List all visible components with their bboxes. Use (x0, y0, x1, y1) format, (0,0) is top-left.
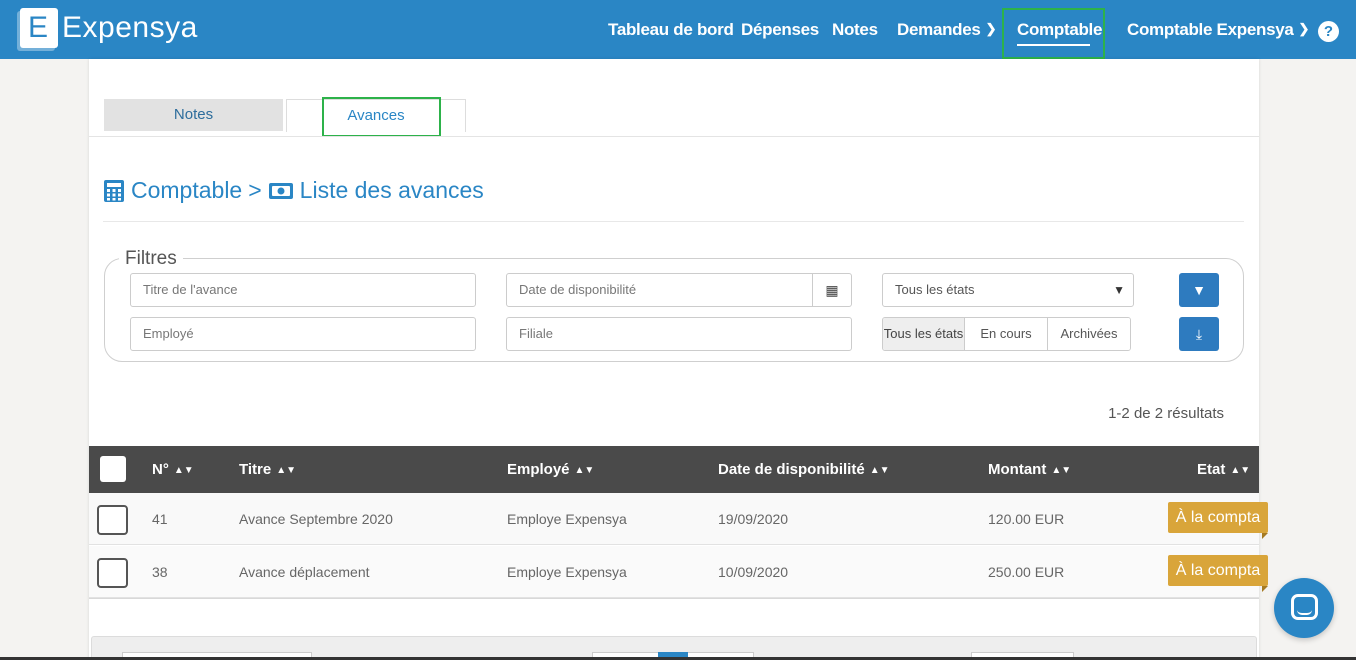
brand-name: Expensya (62, 11, 198, 44)
chat-launcher-button[interactable] (1274, 578, 1334, 638)
chevron-down-icon: ❯ (1298, 21, 1310, 36)
cell-employee: Employe Expensya (507, 564, 627, 580)
download-icon: ⤓ (1195, 326, 1203, 342)
state-select-value: Tous les états (895, 282, 975, 297)
segment-all-states[interactable]: Tous les états (883, 318, 965, 350)
cell-amount: 250.00 EUR (988, 564, 1065, 580)
money-icon (268, 182, 293, 199)
availability-date-input[interactable]: Date de disponibilité ▦ (506, 273, 852, 307)
nav-notes[interactable]: Notes (832, 20, 878, 40)
segment-archived[interactable]: Archivées (1048, 318, 1130, 350)
table-row[interactable]: 41 Avance Septembre 2020 Employe Expensy… (89, 493, 1268, 545)
sort-icon: ▲▼ (1051, 465, 1072, 476)
calculator-icon (104, 179, 124, 202)
cell-date: 19/09/2020 (718, 511, 789, 527)
download-button[interactable]: ⤓ (1179, 317, 1219, 351)
advance-title-input[interactable]: Titre de l'avance (130, 273, 476, 307)
table-bottom-border (89, 598, 1259, 599)
cell-date: 10/09/2020 (718, 564, 789, 580)
tab-notes[interactable]: Notes (104, 99, 283, 131)
cell-number: 41 (152, 511, 168, 527)
column-number[interactable]: N° ▲▼ (152, 461, 194, 478)
column-state[interactable]: Etat ▲▼ (1197, 461, 1250, 478)
sort-icon: ▲▼ (1230, 465, 1251, 476)
column-employee[interactable]: Employé ▲▼ (507, 461, 594, 478)
sort-icon: ▲▼ (173, 465, 194, 476)
cell-amount: 120.00 EUR (988, 511, 1065, 527)
results-count: 1-2 de 2 résultats (1108, 405, 1224, 422)
logo-mark-icon: E (20, 8, 58, 48)
chevron-down-icon: ❯ (985, 21, 997, 36)
select-all-checkbox[interactable] (100, 456, 126, 482)
state-segmented-control: Tous les états En cours Archivées (882, 317, 1131, 351)
column-amount[interactable]: Montant ▲▼ (988, 461, 1071, 478)
nav-depenses[interactable]: Dépenses (741, 20, 819, 40)
employee-input[interactable]: Employé (130, 317, 476, 351)
breadcrumb: Comptable > Liste des avances (103, 177, 484, 204)
top-navbar: E Expensya Tableau de bord Dépenses Note… (0, 0, 1356, 59)
status-badge: À la compta (1168, 555, 1268, 592)
nav-comptable-expensya[interactable]: Comptable Expensya ❯ (1127, 20, 1309, 40)
breadcrumb-page: Liste des avances (299, 177, 484, 203)
table-row[interactable]: 38 Avance déplacement Employe Expensya 1… (89, 546, 1268, 598)
availability-date-placeholder: Date de disponibilité (519, 282, 637, 297)
tab-active-highlight (322, 97, 441, 137)
breadcrumb-separator: > (248, 177, 262, 203)
nav-tableau-de-bord[interactable]: Tableau de bord (608, 20, 734, 40)
cell-employee: Employe Expensya (507, 511, 627, 527)
cell-title: Avance Septembre 2020 (239, 511, 393, 527)
nav-demandes-label: Demandes (897, 20, 981, 39)
help-icon[interactable]: ? (1318, 21, 1339, 42)
cell-title: Avance déplacement (239, 564, 370, 580)
filter-reset-button[interactable]: ▼ (1179, 273, 1219, 307)
column-title[interactable]: Titre ▲▼ (239, 461, 296, 478)
status-badge: À la compta (1168, 502, 1268, 539)
segment-in-progress[interactable]: En cours (965, 318, 1048, 350)
row-checkbox[interactable] (97, 558, 128, 588)
main-panel: Notes Avances Comptable > Liste des avan… (89, 59, 1268, 660)
table-header: N° ▲▼ Titre ▲▼ Employé ▲▼ Date de disponibi… (89, 446, 1259, 493)
row-checkbox[interactable] (97, 505, 128, 535)
tabs-divider (89, 136, 1259, 137)
sort-icon: ▲▼ (869, 465, 890, 476)
chevron-down-icon: ▼ (1113, 283, 1125, 297)
nav-active-underline (1017, 44, 1090, 46)
sort-icon: ▲▼ (276, 465, 297, 476)
title-divider (103, 221, 1244, 222)
calendar-icon[interactable]: ▦ (812, 274, 851, 306)
brand-logo[interactable]: E Expensya (20, 8, 198, 48)
nav-comptable[interactable]: Comptable (1017, 20, 1102, 40)
state-select[interactable]: Tous les états ▼ (882, 273, 1134, 307)
column-availability-date[interactable]: Date de disponibilité ▲▼ (718, 461, 889, 478)
sort-icon: ▲▼ (574, 465, 595, 476)
cell-number: 38 (152, 564, 168, 580)
breadcrumb-section[interactable]: Comptable (131, 177, 242, 204)
subsidiary-input[interactable]: Filiale (506, 317, 852, 351)
filters-legend: Filtres (119, 248, 183, 270)
nav-demandes[interactable]: Demandes ❯ (897, 20, 996, 40)
nav-comptable-expensya-label: Comptable Expensya (1127, 20, 1294, 39)
filter-icon: ▼ (1192, 282, 1206, 298)
chat-icon (1291, 594, 1318, 620)
